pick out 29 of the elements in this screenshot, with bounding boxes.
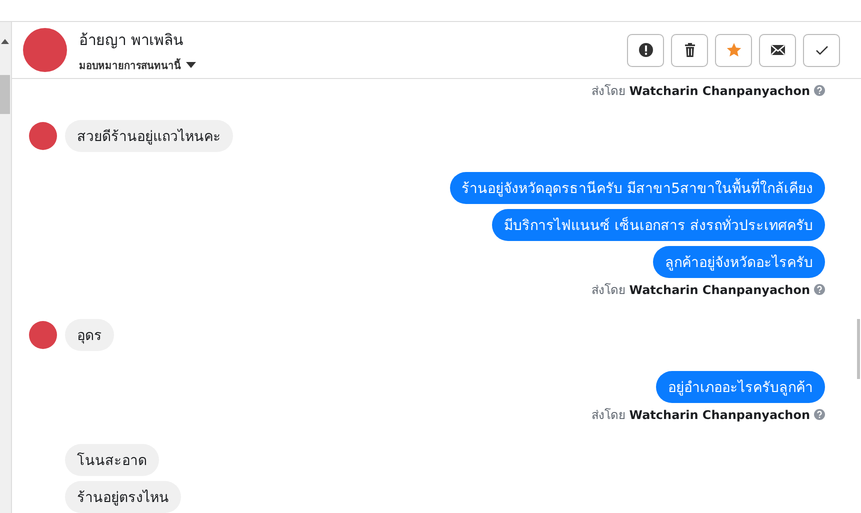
exclamation-icon (638, 42, 654, 58)
scrollbar-thumb[interactable] (0, 75, 10, 114)
contact-avatar (23, 28, 67, 72)
report-button[interactable] (627, 34, 664, 66)
star-button[interactable] (715, 34, 752, 66)
scroll-up-arrow-icon[interactable] (1, 39, 9, 44)
help-icon[interactable] (814, 284, 825, 295)
sent-message-bubble: อยู่อำเภออะไรครับลูกค้า (656, 371, 825, 403)
sent-by-label: ส่งโดย Watcharin Chanpanyachon (591, 282, 810, 299)
received-message-bubble: โนนสะอาด (65, 444, 159, 476)
envelope-icon (770, 42, 786, 58)
sent-by-label: ส่งโดย Watcharin Chanpanyachon (591, 407, 810, 424)
delete-button[interactable] (671, 34, 708, 66)
help-icon[interactable] (814, 85, 825, 96)
sent-message-bubble: ลูกค้าอยู่จังหวัดอะไรครับ (653, 246, 825, 278)
received-message-bubble: ร้านอยู่ตรงไหน (65, 481, 181, 513)
received-message-bubble: อุดร (65, 319, 114, 351)
received-message-bubble: สวยดีร้านอยู่แถวไหนคะ (65, 120, 233, 152)
sent-by-label: ส่งโดย Watcharin Chanpanyachon (591, 83, 810, 100)
done-button[interactable] (803, 34, 840, 66)
assign-conversation-link[interactable]: มอบหมายการสนทนานี้ (79, 58, 181, 72)
help-icon[interactable] (814, 409, 825, 420)
contact-name: อ้ายญา พาเพลิน (79, 30, 184, 50)
sent-message-bubble: ร้านอยู่จังหวัดอุดรธานีครับ มีสาขา5สาขาในพื้นที่ใกล้เคียง (450, 172, 825, 204)
sent-message-bubble: มีบริการไฟแนนซ์ เซ็นเอกสาร ส่งรถทั่วประเทศครับ (492, 209, 825, 241)
scrollbar-thumb[interactable] (857, 319, 860, 379)
star-icon (726, 42, 742, 58)
mark-unread-button[interactable] (759, 34, 796, 66)
caret-down-icon[interactable] (186, 62, 196, 68)
